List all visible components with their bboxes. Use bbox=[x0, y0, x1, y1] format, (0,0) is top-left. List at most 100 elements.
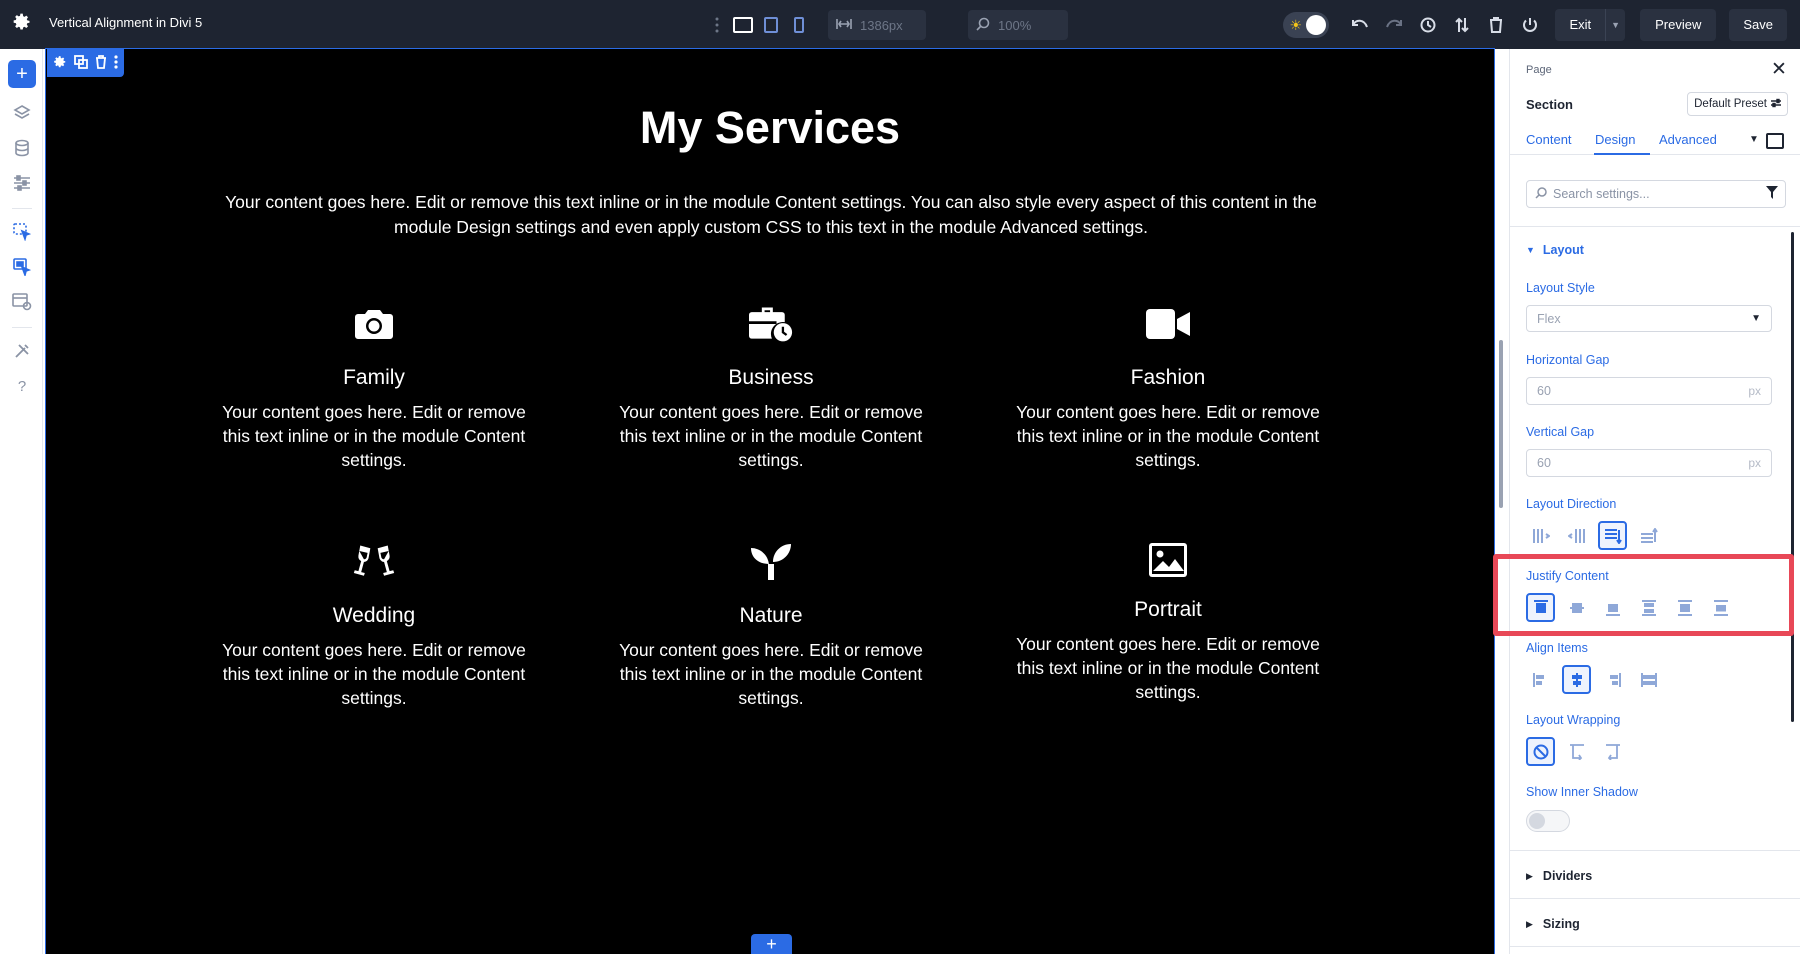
layout-direction-options bbox=[1526, 521, 1663, 549]
unit-label: px bbox=[1748, 384, 1761, 398]
undo-icon[interactable] bbox=[1343, 8, 1377, 42]
zoom-value: 100% bbox=[998, 18, 1031, 33]
delete-icon[interactable] bbox=[95, 55, 107, 72]
exit-dropdown-icon[interactable]: ▼ bbox=[1605, 9, 1625, 41]
horizontal-gap-input[interactable]: 60 px bbox=[1526, 377, 1772, 405]
align-items-label: Align Items bbox=[1526, 641, 1588, 655]
search-icon bbox=[1535, 187, 1547, 202]
pointer-select-icon[interactable] bbox=[11, 221, 33, 243]
service-card-portrait[interactable]: Portrait Your content goes here. Edit or… bbox=[1008, 538, 1328, 704]
vertical-gap-input[interactable]: 60 px bbox=[1526, 449, 1772, 477]
caret-right-icon: ▶ bbox=[1526, 919, 1533, 930]
caret-down-icon: ▼ bbox=[1526, 245, 1535, 255]
inner-shadow-label: Show Inner Shadow bbox=[1526, 785, 1638, 799]
phone-view-icon[interactable] bbox=[786, 12, 812, 38]
search-placeholder: Search settings... bbox=[1553, 187, 1650, 201]
tab-design[interactable]: Design bbox=[1595, 132, 1635, 147]
tab-content[interactable]: Content bbox=[1526, 132, 1572, 147]
service-card-business[interactable]: Business Your content goes here. Edit or… bbox=[611, 302, 931, 472]
power-icon[interactable] bbox=[1513, 8, 1547, 42]
breadcrumb[interactable]: Page bbox=[1526, 64, 1552, 76]
horizontal-gap-label: Horizontal Gap bbox=[1526, 353, 1609, 367]
page-view-icon[interactable] bbox=[11, 291, 33, 313]
settings-sliders-icon[interactable] bbox=[11, 172, 33, 194]
layout-style-value: Flex bbox=[1537, 312, 1561, 326]
settings-search[interactable]: Search settings... bbox=[1526, 180, 1786, 208]
service-card-fashion[interactable]: Fashion Your content goes here. Edit or … bbox=[1008, 302, 1328, 472]
close-icon[interactable]: ✕ bbox=[1770, 61, 1788, 79]
camera-icon bbox=[352, 302, 396, 346]
sort-arrows-icon[interactable] bbox=[1445, 8, 1479, 42]
direction-row-reverse-icon[interactable] bbox=[1562, 521, 1591, 550]
panel-tabs: Content Design Advanced ▼ bbox=[1510, 125, 1800, 155]
wrap-reverse-icon[interactable] bbox=[1598, 737, 1627, 766]
preset-selector[interactable]: Default Preset bbox=[1687, 92, 1788, 116]
trash-icon[interactable] bbox=[1479, 8, 1513, 42]
service-card-wedding[interactable]: Wedding Your content goes here. Edit or … bbox=[214, 540, 534, 710]
section-heading[interactable]: My Services bbox=[46, 102, 1494, 154]
service-card-nature[interactable]: Nature Your content goes here. Edit or r… bbox=[611, 540, 931, 710]
help-icon[interactable]: ? bbox=[11, 375, 33, 397]
preview-button[interactable]: Preview bbox=[1640, 9, 1716, 41]
toggle-knob bbox=[1529, 813, 1545, 829]
service-card-family[interactable]: Family Your content goes here. Edit or r… bbox=[214, 302, 534, 472]
service-title: Business bbox=[611, 366, 931, 394]
group-label: Dividers bbox=[1543, 869, 1592, 883]
duplicate-icon[interactable] bbox=[74, 55, 88, 72]
service-title: Wedding bbox=[214, 604, 534, 632]
align-stretch-icon[interactable] bbox=[1634, 665, 1663, 694]
align-end-icon[interactable] bbox=[1598, 665, 1627, 694]
layers-icon[interactable] bbox=[11, 102, 33, 124]
panel-mode-icon[interactable] bbox=[1766, 133, 1784, 149]
filter-icon[interactable] bbox=[1766, 186, 1778, 202]
multi-select-icon[interactable] bbox=[11, 256, 33, 278]
panel-divider bbox=[1510, 898, 1800, 899]
desktop-view-icon[interactable] bbox=[730, 12, 756, 38]
layout-style-label: Layout Style bbox=[1526, 281, 1595, 295]
save-button[interactable]: Save bbox=[1729, 9, 1787, 41]
gear-icon[interactable] bbox=[12, 12, 32, 32]
direction-column-icon[interactable] bbox=[1598, 521, 1627, 550]
vertical-gap-value: 60 bbox=[1537, 456, 1551, 470]
wrap-icon[interactable] bbox=[1562, 737, 1591, 766]
add-module-button[interactable]: + bbox=[8, 60, 36, 88]
width-arrows-icon bbox=[836, 18, 852, 33]
align-start-icon[interactable] bbox=[1526, 665, 1555, 694]
canvas-width-field[interactable]: 1386px bbox=[828, 10, 926, 40]
layout-style-select[interactable]: Flex ▼ bbox=[1526, 305, 1772, 332]
section-intro-text[interactable]: Your content goes here. Edit or remove t… bbox=[210, 190, 1332, 240]
service-description: Your content goes here. Edit or remove t… bbox=[1008, 400, 1328, 472]
redo-icon[interactable] bbox=[1377, 8, 1411, 42]
left-sidebar: + ? bbox=[0, 49, 43, 954]
service-description: Your content goes here. Edit or remove t… bbox=[1008, 632, 1328, 704]
sizing-group-toggle[interactable]: ▶ Sizing bbox=[1526, 917, 1580, 931]
tablet-view-icon[interactable] bbox=[758, 12, 784, 38]
service-description: Your content goes here. Edit or remove t… bbox=[214, 400, 534, 472]
align-items-options bbox=[1526, 665, 1663, 693]
panel-divider bbox=[1510, 226, 1800, 227]
inner-shadow-toggle[interactable] bbox=[1526, 810, 1570, 832]
service-title: Family bbox=[214, 366, 534, 394]
no-wrap-icon[interactable] bbox=[1526, 737, 1555, 766]
builder-canvas[interactable] bbox=[46, 49, 1494, 954]
drag-handle-icon[interactable] bbox=[708, 12, 726, 38]
more-options-icon[interactable] bbox=[114, 55, 118, 72]
tools-icon[interactable] bbox=[11, 340, 33, 362]
exit-label: Exit bbox=[1555, 17, 1605, 32]
direction-row-icon[interactable] bbox=[1526, 521, 1555, 550]
panel-scrollbar[interactable] bbox=[1791, 232, 1794, 722]
database-icon[interactable] bbox=[11, 137, 33, 159]
history-icon[interactable] bbox=[1411, 8, 1445, 42]
direction-column-reverse-icon[interactable] bbox=[1634, 521, 1663, 550]
zoom-field[interactable]: 100% bbox=[968, 10, 1068, 40]
align-center-icon[interactable] bbox=[1562, 665, 1591, 694]
dividers-group-toggle[interactable]: ▶ Dividers bbox=[1526, 869, 1592, 883]
layout-group-toggle[interactable]: ▼ Layout bbox=[1526, 243, 1584, 257]
tab-advanced[interactable]: Advanced bbox=[1659, 132, 1717, 147]
theme-toggle[interactable]: ☀ bbox=[1283, 12, 1329, 38]
canvas-scrollbar[interactable] bbox=[1499, 340, 1503, 508]
tab-dropdown-icon[interactable]: ▼ bbox=[1749, 134, 1759, 145]
section-settings-icon[interactable] bbox=[53, 55, 67, 72]
add-section-button[interactable]: + bbox=[751, 934, 792, 954]
exit-button[interactable]: Exit ▼ bbox=[1555, 9, 1625, 41]
